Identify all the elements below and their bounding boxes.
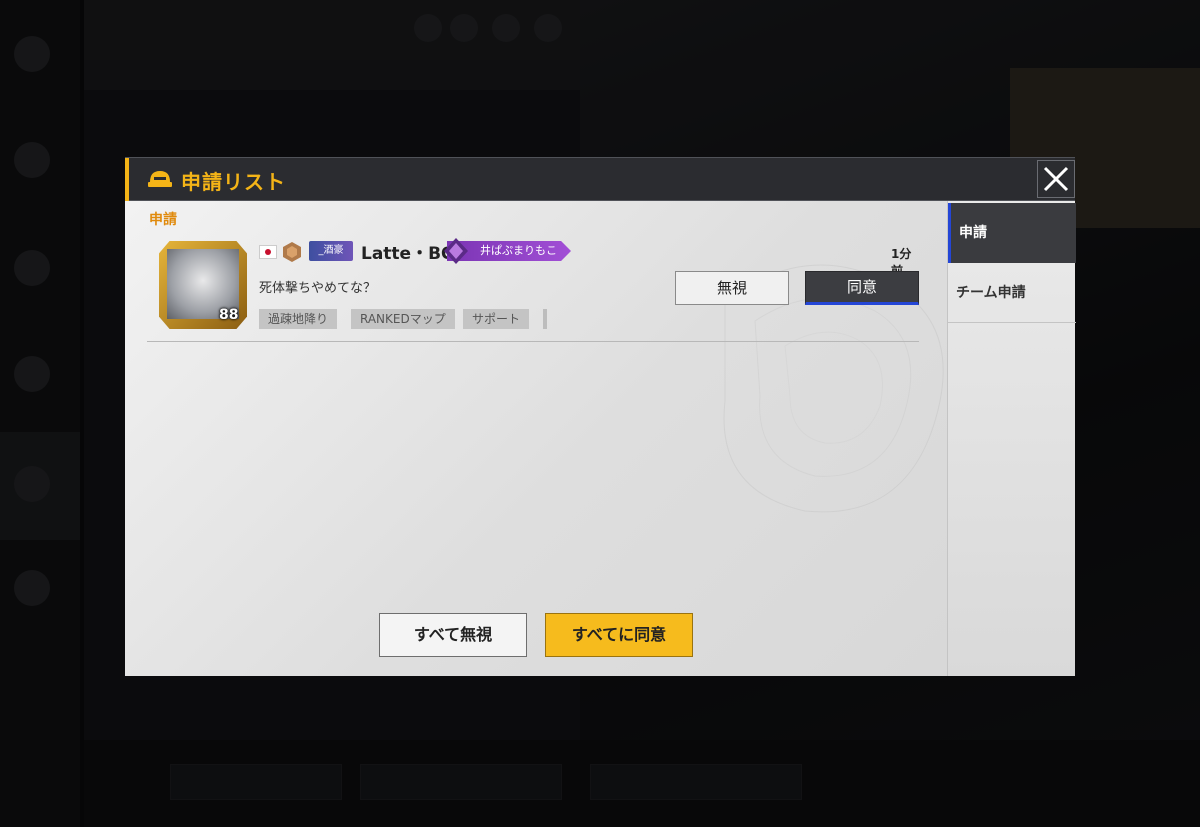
- dialog-header: 申請リスト: [125, 157, 1075, 201]
- clan-tag: _酒豪: [309, 241, 353, 261]
- ignore-all-button[interactable]: すべて無視: [379, 613, 527, 657]
- tag-divider: [543, 309, 547, 329]
- tag-item: 過疎地降り: [259, 309, 338, 329]
- header-accent-bar: [125, 158, 129, 201]
- tab-team-requests[interactable]: チーム申請: [948, 263, 1076, 323]
- ignore-button[interactable]: 無視: [675, 271, 789, 305]
- japan-flag-icon: [259, 245, 277, 259]
- rank-badge-icon: [283, 242, 301, 262]
- tag-item: サポート: [463, 309, 530, 329]
- tag-item: RANKEDマップ: [351, 309, 455, 329]
- title-emblem-icon: [444, 238, 468, 264]
- request-message: 死体撃ちやめてな？: [259, 281, 377, 296]
- section-label: 申請: [149, 212, 177, 228]
- request-list-dialog: 申請リスト 申請 88 _酒豪 Latte・BOT 井ぱぷまりもこ 1分 死体撃…: [125, 157, 1076, 676]
- helmet-icon: [148, 171, 172, 187]
- close-icon: [1043, 166, 1069, 192]
- tab-requests[interactable]: 申請: [948, 203, 1076, 263]
- accept-all-button[interactable]: すべてに同意: [545, 613, 693, 657]
- request-card: 88 _酒豪 Latte・BOT 井ぱぷまりもこ 1分前 死体撃ちやめてな？ 過…: [147, 233, 919, 342]
- close-button[interactable]: [1037, 160, 1075, 198]
- player-level: 88: [219, 307, 239, 323]
- dialog-body: 申請 88 _酒豪 Latte・BOT 井ぱぷまりもこ 1分前 死体撃ちやめてな…: [125, 201, 947, 676]
- dialog-title: 申請リスト: [181, 170, 286, 194]
- accept-button[interactable]: 同意: [805, 271, 919, 305]
- side-tab-bar: 申請 チーム申請: [947, 201, 1076, 676]
